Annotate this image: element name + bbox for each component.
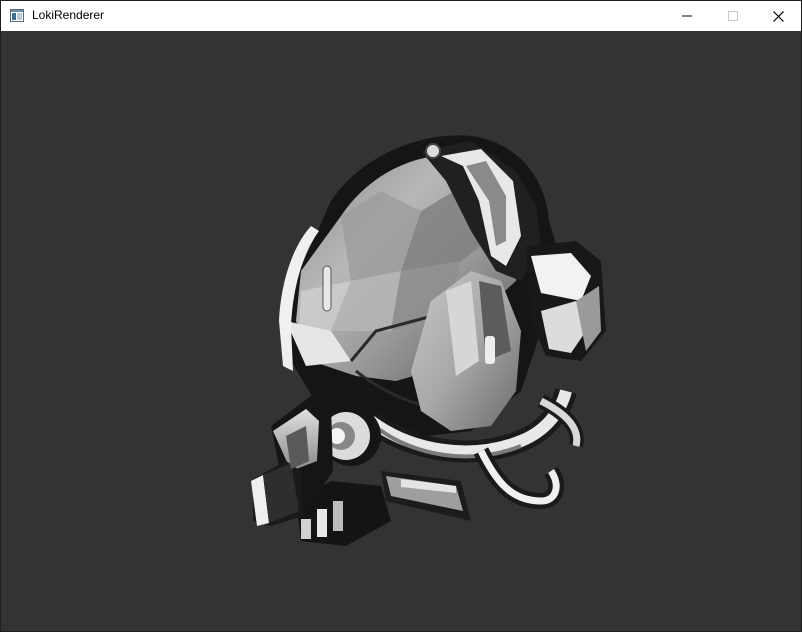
app-window-icon [10,9,24,22]
maximize-button[interactable] [710,1,756,31]
title-bar[interactable]: LokiRenderer [1,1,801,31]
window-title: LokiRenderer [32,8,105,22]
minimize-button[interactable] [664,1,710,31]
helmet-model [251,135,606,546]
render-viewport[interactable] [1,31,801,631]
close-icon [772,10,784,22]
close-button[interactable] [755,1,801,31]
app-window: LokiRenderer [0,0,802,632]
maximize-icon [728,11,738,21]
minimize-icon [682,15,692,17]
